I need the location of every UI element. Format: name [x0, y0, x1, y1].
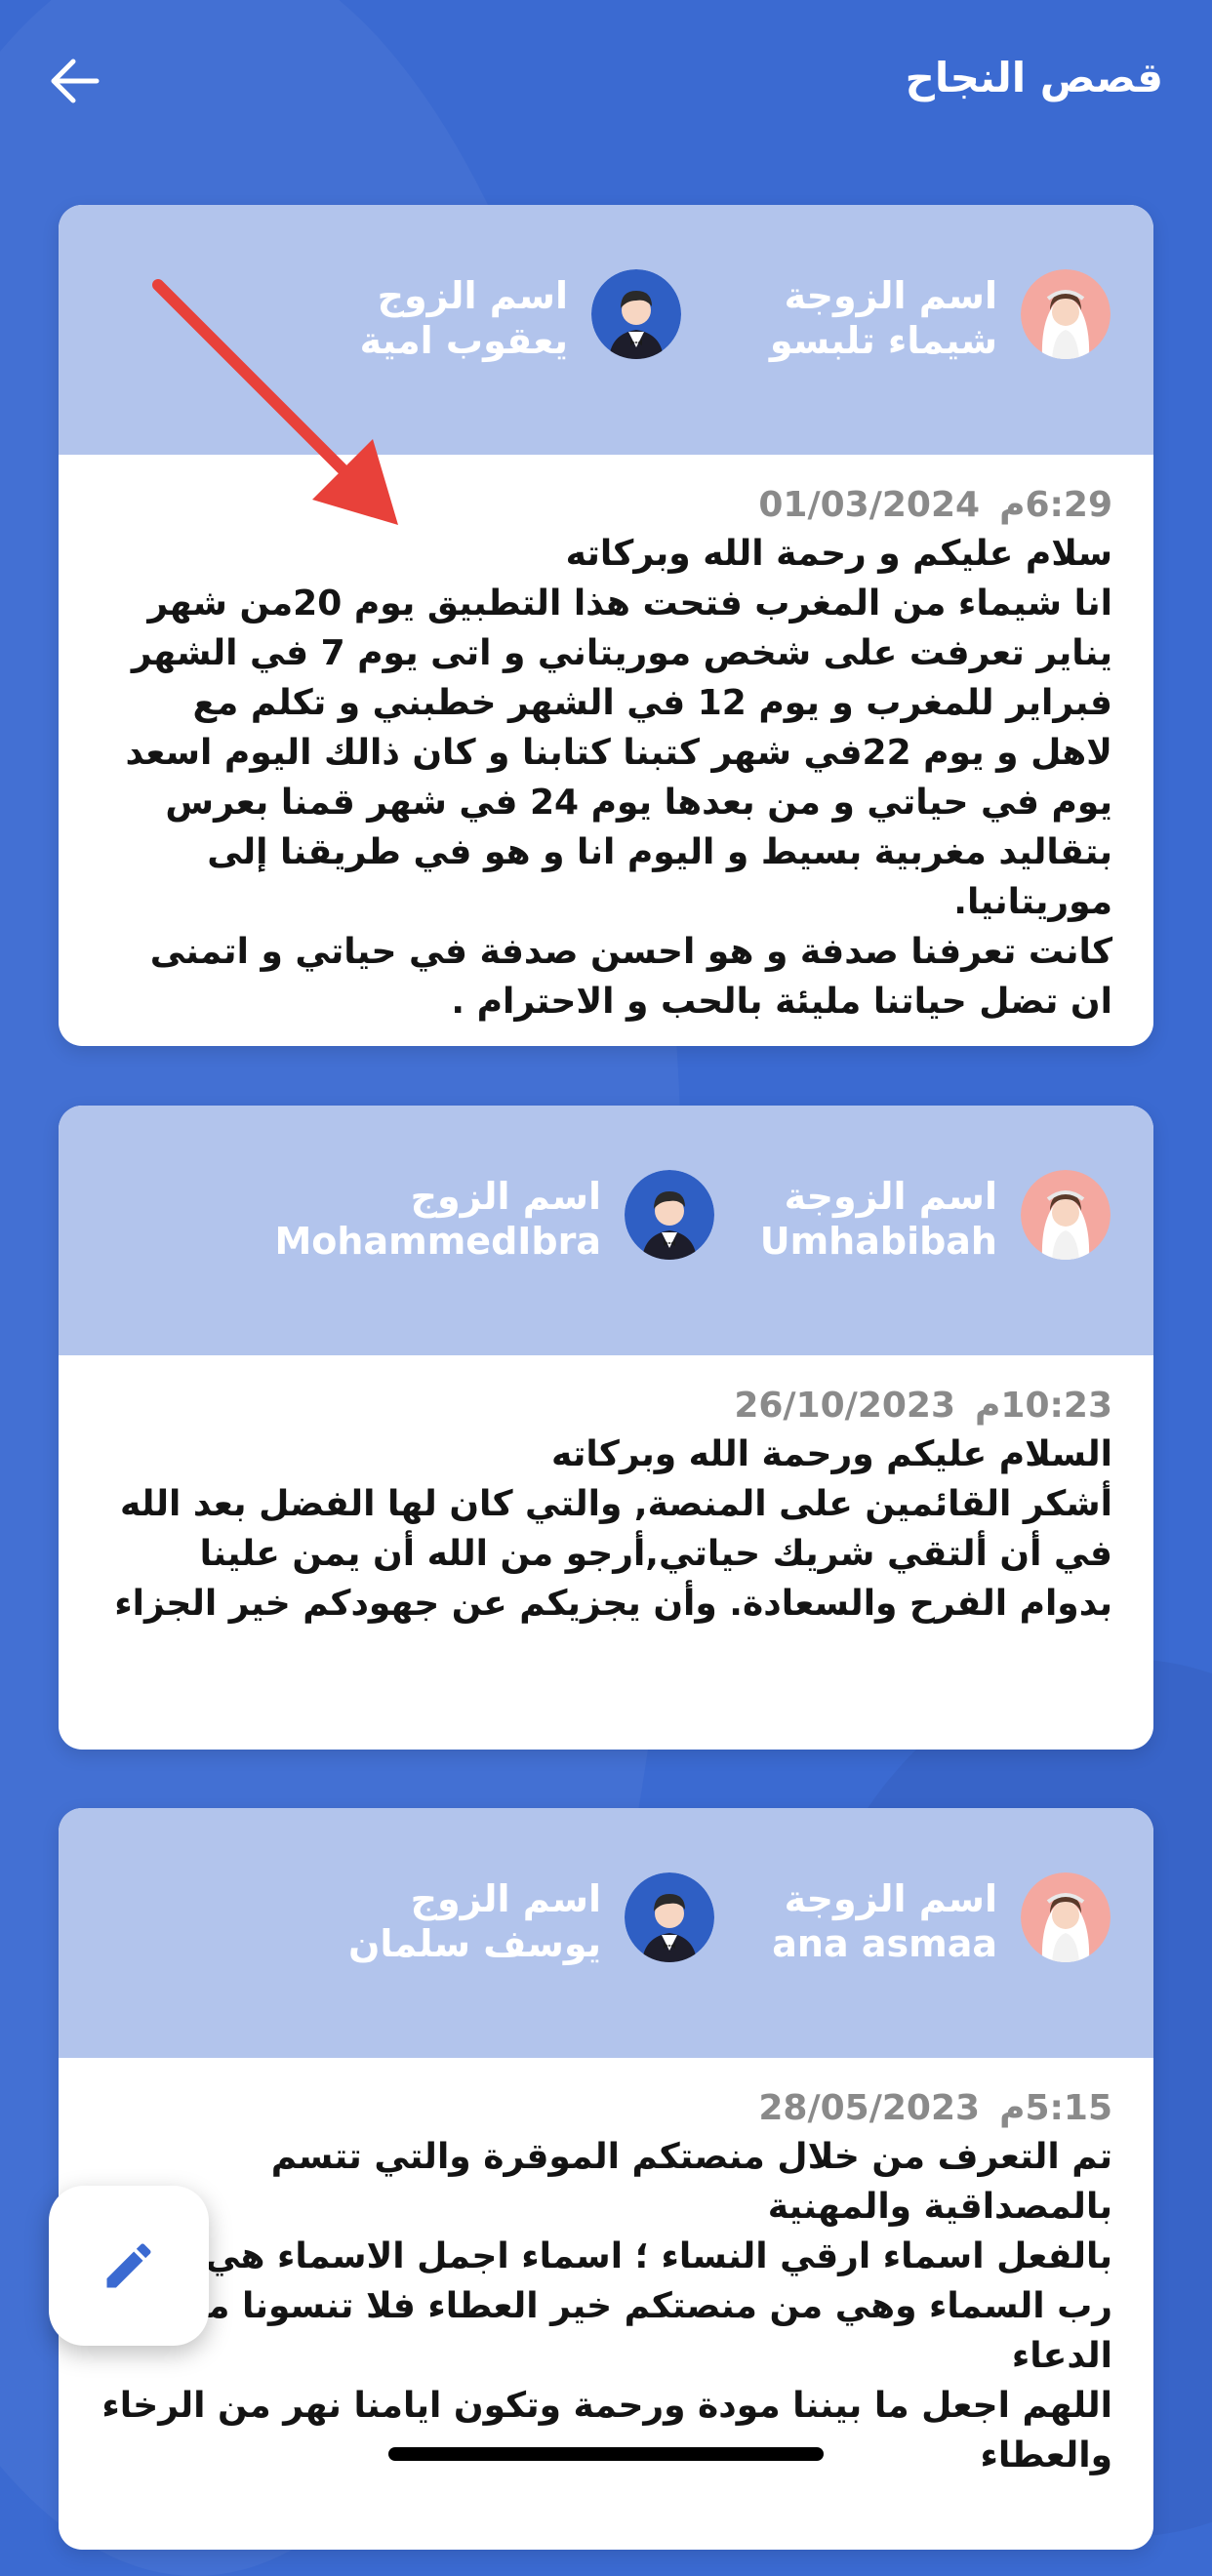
wife-label: اسم الزوجة — [784, 1877, 997, 1920]
wife-name-block: اسم الزوجة شيماء تلبسو — [770, 273, 997, 363]
wife-name-block: اسم الزوجة Umhabibah — [760, 1174, 997, 1264]
husband-label: اسم الزوج — [410, 1175, 601, 1218]
story-datetime: 5:15م 28/05/2023 — [100, 2085, 1112, 2132]
story-datetime: 10:23م 26/10/2023 — [100, 1383, 1112, 1429]
story-body: 10:23م 26/10/2023 السلام عليكم ورحمة الله… — [59, 1355, 1153, 1648]
story-body: 6:29م 01/03/2024 سلام عليكم و رحمة الله و… — [59, 455, 1153, 1046]
story-time: 6:29م — [999, 485, 1112, 525]
husband-name: MohammedIbra — [274, 1220, 601, 1263]
story-card[interactable]: اسم الزوجة Umhabibah اسم الزوج MohammedI… — [59, 1106, 1153, 1750]
wife-name-block: اسم الزوجة ana asmaa — [772, 1876, 997, 1966]
story-card[interactable]: اسم الزوجة ana asmaa اسم الزوج يوسف سلما… — [59, 1808, 1153, 2550]
story-body: 5:15م 28/05/2023 تم التعرف من خلال منصتكم… — [59, 2058, 1153, 2500]
bride-avatar — [1021, 269, 1111, 359]
groom-avatar — [625, 1872, 714, 1962]
husband-name: يوسف سلمان — [347, 1922, 601, 1965]
story-text: تم التعرف من خلال منصتكم الموقرة والتي ت… — [101, 2137, 1112, 2475]
husband-label: اسم الزوج — [410, 1877, 601, 1920]
wife-label: اسم الزوجة — [784, 1175, 997, 1218]
annotation-arrow-icon — [152, 279, 398, 525]
wife-label: اسم الزوجة — [784, 274, 997, 317]
story-text: سلام عليكم و رحمة الله وبركاته انا شيماء… — [125, 534, 1112, 1022]
home-indicator[interactable] — [388, 2447, 824, 2461]
story-text: السلام عليكم ورحمة الله وبركاته أشكر الق… — [114, 1434, 1112, 1624]
couple-header: اسم الزوجة Umhabibah اسم الزوج MohammedI… — [59, 1106, 1153, 1355]
couple-header: اسم الزوجة ana asmaa اسم الزوج يوسف سلما… — [59, 1808, 1153, 2058]
wife-name: ana asmaa — [772, 1922, 997, 1965]
story-date: 26/10/2023 — [734, 1386, 956, 1426]
story-time: 10:23م — [975, 1386, 1112, 1426]
story-time: 5:15م — [999, 2088, 1112, 2128]
app-header: قصص النجاح — [0, 0, 1212, 171]
arrow-left-icon — [51, 59, 100, 103]
page-title: قصص النجاح — [905, 54, 1163, 101]
pencil-icon — [106, 2243, 151, 2288]
bride-avatar — [1021, 1872, 1111, 1962]
story-date: 01/03/2024 — [758, 485, 981, 525]
bride-avatar — [1021, 1170, 1111, 1260]
story-date: 28/05/2023 — [758, 2088, 981, 2128]
wife-name: شيماء تلبسو — [769, 319, 997, 362]
back-button[interactable] — [39, 47, 107, 115]
groom-avatar — [625, 1170, 714, 1260]
husband-name-block: اسم الزوج MohammedIbra — [274, 1174, 601, 1264]
husband-name-block: اسم الزوج يوسف سلمان — [348, 1876, 601, 1966]
groom-avatar — [591, 269, 681, 359]
wife-name: Umhabibah — [759, 1220, 997, 1263]
write-story-button[interactable] — [49, 2186, 209, 2346]
